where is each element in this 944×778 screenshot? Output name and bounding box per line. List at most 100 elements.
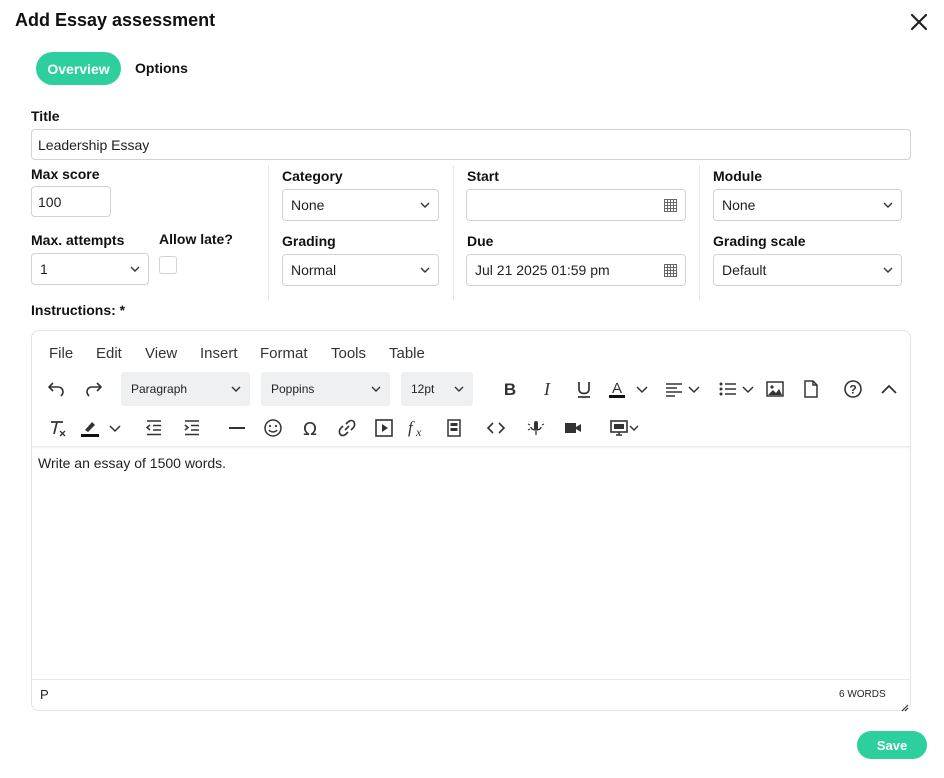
- menu-format[interactable]: Format: [260, 345, 308, 362]
- title-label: Title: [31, 108, 60, 124]
- tab-options[interactable]: Options: [135, 60, 188, 76]
- max-score-label: Max score: [31, 166, 100, 182]
- media-icon[interactable]: [374, 418, 394, 438]
- title-input[interactable]: Leadership Essay: [31, 129, 911, 160]
- chevron-down-icon: [420, 202, 430, 208]
- module-label: Module: [713, 168, 762, 184]
- dialog-title: Add Essay assessment: [15, 10, 216, 30]
- emoji-icon[interactable]: [263, 418, 283, 438]
- grading-scale-value: Default: [722, 262, 767, 278]
- calendar-icon[interactable]: [664, 263, 677, 277]
- clear-formatting-icon[interactable]: [48, 418, 68, 438]
- chevron-up-icon[interactable]: [879, 379, 899, 399]
- chevron-down-icon: [883, 267, 893, 273]
- indent-icon[interactable]: [182, 418, 202, 438]
- outdent-icon[interactable]: [144, 418, 164, 438]
- video-record-icon[interactable]: [563, 418, 583, 438]
- menu-view[interactable]: View: [145, 345, 177, 362]
- bullet-list-icon[interactable]: [718, 379, 738, 399]
- element-path[interactable]: P: [40, 687, 49, 702]
- due-date-input[interactable]: Jul 21 2025 01:59 pm: [466, 254, 686, 286]
- chevron-down-icon: [130, 266, 140, 272]
- start-date-input[interactable]: [466, 189, 686, 221]
- font-size-select[interactable]: 12pt: [401, 372, 473, 406]
- column-divider: [699, 165, 700, 300]
- bold-icon[interactable]: B: [500, 379, 520, 399]
- category-value: None: [291, 197, 325, 213]
- svg-text:f: f: [408, 418, 415, 437]
- max-score-input[interactable]: 100: [31, 186, 111, 217]
- word-count[interactable]: 6 WORDS: [839, 689, 886, 700]
- column-divider: [268, 165, 269, 300]
- save-button[interactable]: Save: [857, 731, 927, 759]
- category-select[interactable]: None: [282, 189, 439, 221]
- chevron-down-icon: [231, 386, 241, 392]
- svg-text:?: ?: [849, 383, 856, 397]
- module-select[interactable]: None: [713, 189, 902, 221]
- editor-content[interactable]: Write an essay of 1500 words.: [38, 455, 226, 471]
- horizontal-line-icon[interactable]: [227, 418, 247, 438]
- chevron-down-icon: [420, 267, 430, 273]
- tab-overview[interactable]: Overview: [36, 52, 121, 85]
- close-icon[interactable]: [908, 11, 930, 33]
- svg-text:I: I: [543, 379, 551, 399]
- audio-record-icon[interactable]: [526, 418, 546, 438]
- image-icon[interactable]: [765, 379, 785, 399]
- menu-insert[interactable]: Insert: [200, 345, 238, 362]
- font-family-value: Poppins: [271, 382, 315, 396]
- italic-icon[interactable]: I: [537, 379, 557, 399]
- help-icon[interactable]: ?: [843, 379, 863, 399]
- max-attempts-select[interactable]: 1: [31, 253, 149, 285]
- redo-icon[interactable]: [84, 379, 104, 399]
- chevron-down-icon: [883, 202, 893, 208]
- special-character-icon[interactable]: Ω: [300, 418, 320, 438]
- module-value: None: [722, 197, 756, 213]
- underline-icon[interactable]: [574, 379, 594, 399]
- menu-table[interactable]: Table: [389, 345, 425, 362]
- allow-late-label: Allow late?: [159, 231, 233, 247]
- font-family-select[interactable]: Poppins: [261, 372, 390, 406]
- grading-value: Normal: [291, 262, 337, 278]
- document-icon[interactable]: [801, 379, 821, 399]
- grading-select[interactable]: Normal: [282, 254, 439, 286]
- menu-tools[interactable]: Tools: [331, 345, 366, 362]
- status-bar-divider: [32, 679, 910, 680]
- formula-icon[interactable]: fx: [407, 418, 427, 438]
- text-color-icon[interactable]: A: [607, 379, 627, 399]
- highlight-icon[interactable]: [80, 418, 100, 438]
- menu-edit[interactable]: Edit: [96, 345, 122, 362]
- link-icon[interactable]: [337, 418, 357, 438]
- menu-file[interactable]: File: [49, 345, 73, 362]
- grading-scale-label: Grading scale: [713, 233, 806, 249]
- chevron-down-icon[interactable]: [684, 379, 704, 399]
- instructions-label: Instructions: *: [31, 302, 126, 318]
- align-left-icon[interactable]: [664, 379, 684, 399]
- due-label: Due: [467, 233, 494, 249]
- chevron-down-icon[interactable]: [632, 379, 652, 399]
- undo-icon[interactable]: [46, 379, 66, 399]
- max-attempts-value: 1: [40, 261, 48, 277]
- category-label: Category: [282, 168, 343, 184]
- start-label: Start: [467, 168, 499, 184]
- chevron-down-icon: [454, 386, 464, 392]
- font-size-value: 12pt: [411, 382, 435, 396]
- chevron-down-icon: [371, 386, 381, 392]
- chevron-down-icon[interactable]: [738, 379, 758, 399]
- svg-text:B: B: [504, 380, 516, 399]
- due-value: Jul 21 2025 01:59 pm: [475, 262, 610, 278]
- resize-handle-icon[interactable]: [899, 699, 909, 712]
- svg-text:Ω: Ω: [303, 419, 317, 438]
- template-icon[interactable]: [444, 418, 464, 438]
- chevron-down-icon[interactable]: [624, 418, 644, 438]
- svg-text:A: A: [612, 380, 622, 397]
- block-format-select[interactable]: Paragraph: [121, 372, 250, 406]
- svg-text:x: x: [415, 425, 422, 438]
- toolbar-divider: [32, 446, 910, 449]
- chevron-down-icon[interactable]: [105, 418, 125, 438]
- max-attempts-label: Max. attempts: [31, 232, 125, 248]
- allow-late-checkbox[interactable]: [159, 256, 177, 274]
- calendar-icon[interactable]: [664, 198, 677, 212]
- grading-scale-select[interactable]: Default: [713, 254, 902, 286]
- block-format-value: Paragraph: [131, 382, 188, 396]
- code-icon[interactable]: [486, 418, 506, 438]
